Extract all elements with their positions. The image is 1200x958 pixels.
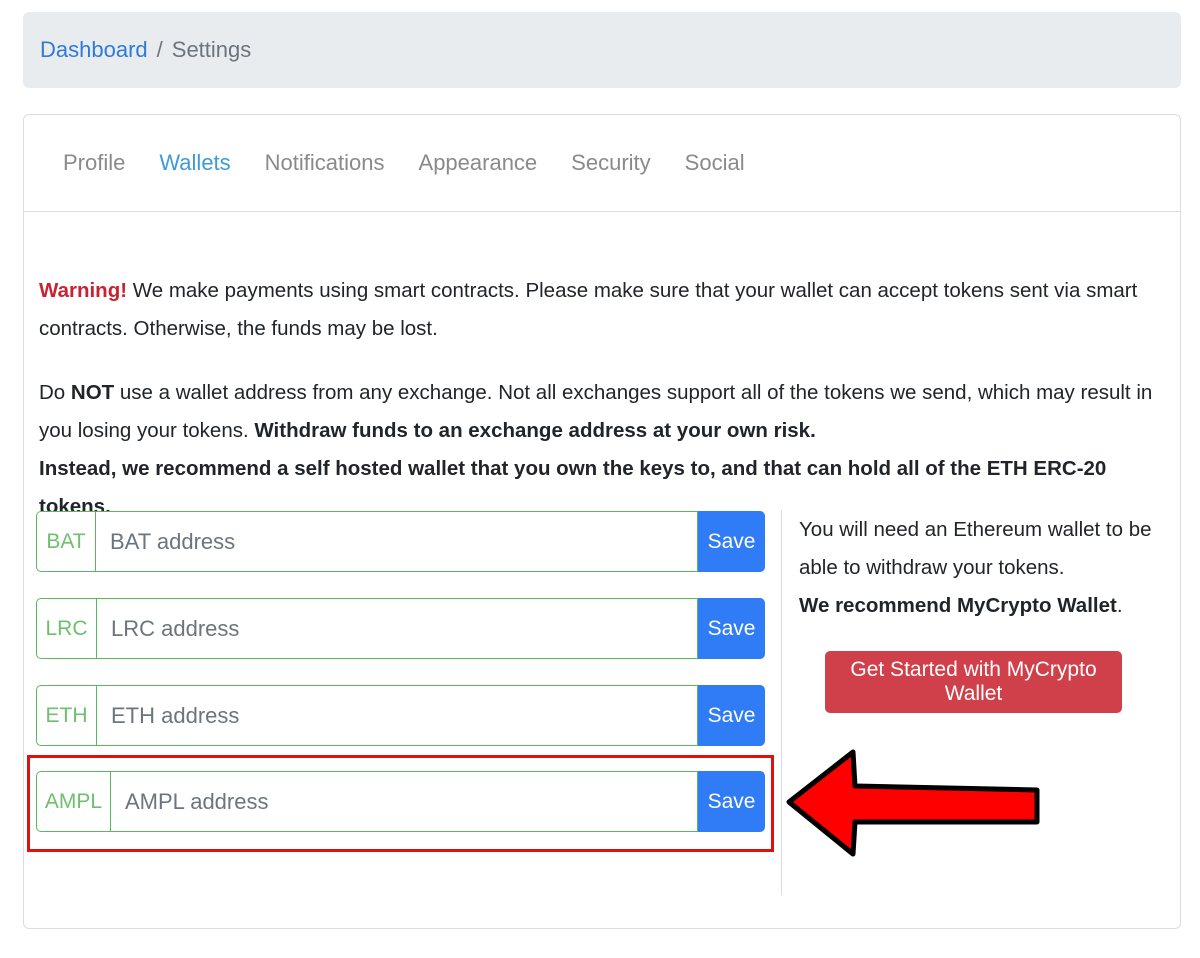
red-arrow-annotation: [786, 749, 1040, 857]
breadcrumb-separator: /: [156, 37, 163, 62]
lrc-address-input[interactable]: [96, 598, 698, 659]
ampl-address-input[interactable]: [110, 771, 698, 832]
tab-notifications[interactable]: Notifications: [248, 150, 402, 176]
lrc-save-button[interactable]: Save: [698, 598, 765, 659]
tab-social[interactable]: Social: [668, 150, 762, 176]
bat-prefix: BAT: [36, 511, 95, 572]
eth-save-button[interactable]: Save: [698, 685, 765, 746]
do-text: Do: [39, 381, 71, 404]
tab-profile[interactable]: Profile: [46, 150, 142, 176]
breadcrumb-current: Settings: [171, 37, 252, 62]
settings-tabs: Profile Wallets Notifications Appearance…: [24, 115, 1180, 212]
ampl-prefix: AMPL: [36, 771, 110, 832]
arrow-shape: [786, 749, 1040, 857]
not-text: NOT: [70, 381, 115, 404]
wallet-row-eth: ETH Save: [36, 685, 765, 746]
tab-security[interactable]: Security: [554, 150, 667, 176]
breadcrumb: Dashboard / Settings: [23, 12, 1181, 88]
warning-label: Warning!: [39, 279, 128, 302]
mycrypto-recommend: We recommend MyCrypto Wallet: [799, 594, 1117, 617]
eth-prefix: ETH: [36, 685, 96, 746]
mycrypto-get-started-button[interactable]: Get Started with MyCrypto Wallet: [825, 651, 1122, 713]
breadcrumb-dashboard-link[interactable]: Dashboard: [40, 37, 148, 63]
tab-appearance[interactable]: Appearance: [402, 150, 555, 176]
column-divider: [781, 510, 782, 895]
wallet-info-text: You will need an Ethereum wallet to be a…: [799, 518, 1152, 579]
wallet-row-ampl: AMPL Save: [36, 771, 765, 832]
recommend-text: Instead, we recommend a self hosted wall…: [39, 457, 1107, 518]
ampl-save-button[interactable]: Save: [698, 771, 765, 832]
wallet-info: You will need an Ethereum wallet to be a…: [799, 511, 1169, 625]
bat-address-input[interactable]: [95, 511, 698, 572]
wallet-row-bat: BAT Save: [36, 511, 765, 572]
risk-text: Withdraw funds to an exchange address at…: [254, 419, 816, 442]
mycrypto-recommend-end: .: [1116, 594, 1123, 617]
wallet-row-lrc: LRC Save: [36, 598, 765, 659]
warning-text: We make payments using smart contracts. …: [39, 279, 1138, 340]
exchange-paragraph: Do NOT use a wallet address from any exc…: [39, 374, 1159, 526]
tab-wallets[interactable]: Wallets: [142, 150, 247, 176]
warning-paragraph: Warning! We make payments using smart co…: [39, 272, 1159, 348]
eth-address-input[interactable]: [96, 685, 698, 746]
lrc-prefix: LRC: [36, 598, 96, 659]
bat-save-button[interactable]: Save: [698, 511, 765, 572]
